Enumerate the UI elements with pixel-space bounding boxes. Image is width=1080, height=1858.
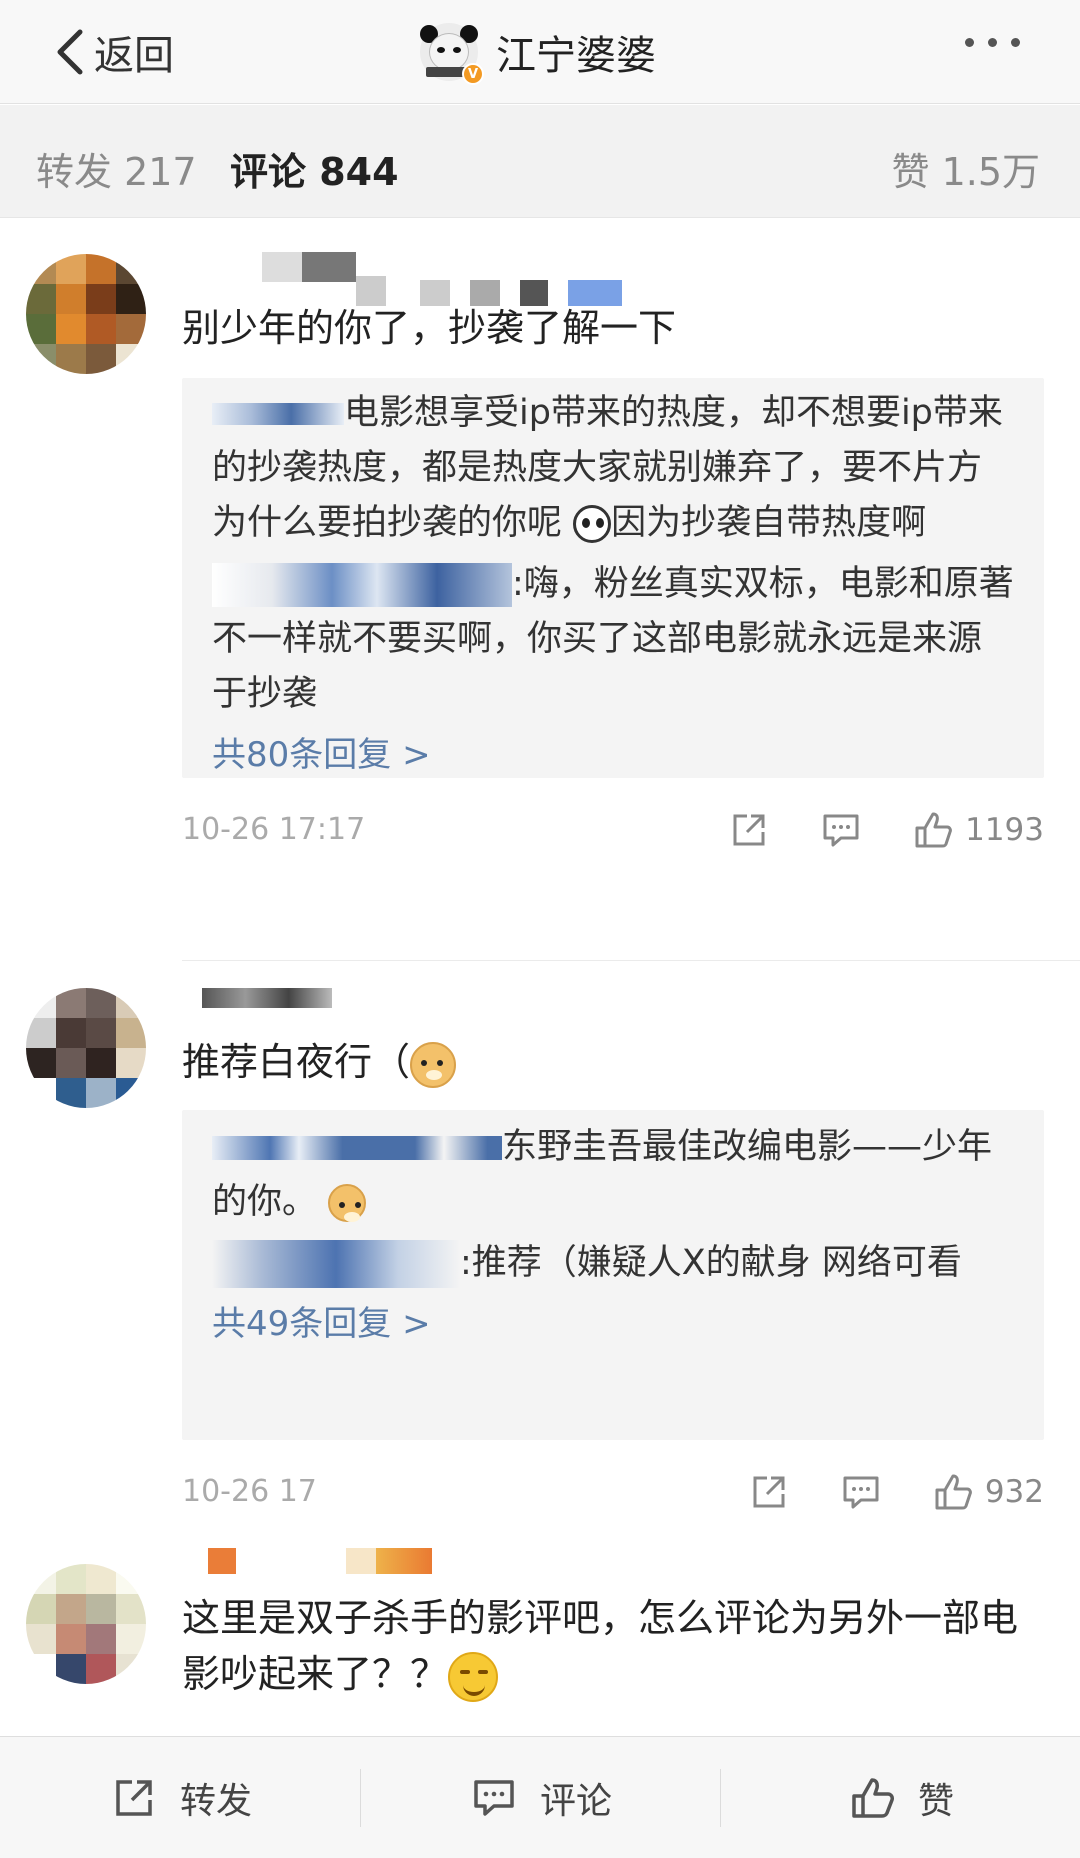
reply-text: :推荐（嫌疑人X的献身 网络可看 [460, 1243, 962, 1283]
divider [182, 960, 1080, 961]
share-icon [116, 1780, 152, 1816]
more-replies-link[interactable]: 共49条回复 > [182, 1291, 1044, 1351]
reply-author-name[interactable] [212, 563, 512, 607]
comment-text: 这里是双子杀手的影评吧，怎么评论为另外一部电影吵起来了？？ [182, 1590, 1042, 1702]
comment-button[interactable]: 评论 [470, 1737, 612, 1858]
like-label: 赞 [918, 1781, 955, 1822]
avatar[interactable] [26, 988, 146, 1108]
reply-author-name[interactable] [212, 1136, 502, 1160]
reply-item: 东野圭吾最佳改编电影——少年的你。 [182, 1110, 1044, 1230]
reply-text-after: 因为抄袭自带热度啊 [611, 503, 927, 543]
comment-icon [474, 1780, 514, 1816]
tab-like[interactable]: 赞 1.5万 [891, 141, 1040, 196]
back-button[interactable]: 返回 [52, 20, 174, 84]
profile-title[interactable]: V 江宁婆婆 [420, 16, 656, 88]
page-title: 江宁婆婆 [496, 33, 656, 79]
like-count: 1193 [965, 812, 1044, 848]
chevron-left-icon [57, 29, 83, 75]
comment-time: 10-26 17:17 [182, 812, 366, 847]
reply-item: :嗨，粉丝真实双标，电影和原著不一样就不要买啊，你买了这部电影就永远是来源于抄袭 [182, 551, 1044, 722]
back-label: 返回 [94, 33, 174, 79]
comment-item: 推荐白夜行（ 东野圭吾最佳改编电影——少年的你。 :推荐（嫌疑人X的献身 网络可… [0, 962, 1080, 1522]
comment-text: 别少年的你了，抄袭了解一下 [182, 306, 677, 350]
like-icon[interactable] [931, 1470, 975, 1514]
reply-box[interactable]: 东野圭吾最佳改编电影——少年的你。 :推荐（嫌疑人X的献身 网络可看 共49条回… [182, 1110, 1044, 1440]
doge-emoji-icon [410, 1041, 457, 1088]
bottom-toolbar: 转发 评论 赞 [0, 1736, 1080, 1858]
avatar[interactable]: V [420, 23, 484, 85]
comment-time: 10-26 17 [182, 1474, 317, 1509]
top-nav-bar: 返回 V 江宁婆婆 [0, 0, 1080, 104]
comment-text: 推荐白夜行（ [182, 1034, 457, 1090]
reply-author-name[interactable] [212, 1240, 460, 1288]
comment-author-name[interactable] [182, 988, 332, 1028]
reply-item: 电影想享受ip带来的热度，却不想要ip带来的抄袭热度，都是热度大家就别嫌弃了，要… [182, 378, 1044, 551]
panda-emoji-icon [573, 505, 612, 543]
avatar[interactable] [26, 254, 146, 374]
comment-icon[interactable] [839, 1470, 883, 1514]
share-icon[interactable] [727, 808, 771, 852]
more-replies-link[interactable]: 共80条回复 > [182, 722, 1044, 782]
comment-item: 这里是双子杀手的影评吧，怎么评论为另外一部电影吵起来了？？ [0, 1540, 1080, 1736]
forward-label: 转发 [180, 1781, 253, 1822]
reply-item: :推荐（嫌疑人X的献身 网络可看 [182, 1230, 1044, 1291]
comment-author-name[interactable] [182, 1542, 432, 1582]
like-icon [852, 1778, 894, 1818]
like-icon[interactable] [911, 808, 955, 852]
comment-author-name[interactable] [182, 236, 622, 306]
comment-item: 别少年的你了，抄袭了解一下 电影想享受ip带来的热度，却不想要ip带来的抄袭热度… [0, 218, 1080, 961]
doge-emoji-icon [328, 1184, 367, 1222]
reply-author-name[interactable] [212, 403, 344, 425]
verified-badge-icon: V [462, 63, 484, 85]
reply-box[interactable]: 电影想享受ip带来的热度，却不想要ip带来的抄袭热度，都是热度大家就别嫌弃了，要… [182, 378, 1044, 778]
avatar[interactable] [26, 1564, 146, 1684]
comment-label: 评论 [540, 1781, 613, 1822]
like-count: 932 [984, 1474, 1044, 1510]
comment-meta: 10-26 17:17 1193 [182, 802, 1044, 862]
comment-meta: 10-26 17 932 [182, 1464, 1044, 1524]
share-icon[interactable] [747, 1470, 791, 1514]
smirk-emoji-icon [448, 1651, 499, 1702]
tab-forward[interactable]: 转发 217 [36, 141, 197, 196]
divider [720, 1769, 721, 1827]
like-button[interactable]: 赞 [848, 1737, 954, 1858]
comment-icon[interactable] [819, 808, 863, 852]
forward-button[interactable]: 转发 [110, 1737, 252, 1858]
tab-comment[interactable]: 评论 844 [230, 141, 399, 196]
divider [360, 1769, 361, 1827]
stats-tabs: 转发 217 评论 844 赞 1.5万 [0, 105, 1080, 217]
ellipsis-icon[interactable] [965, 38, 1020, 47]
